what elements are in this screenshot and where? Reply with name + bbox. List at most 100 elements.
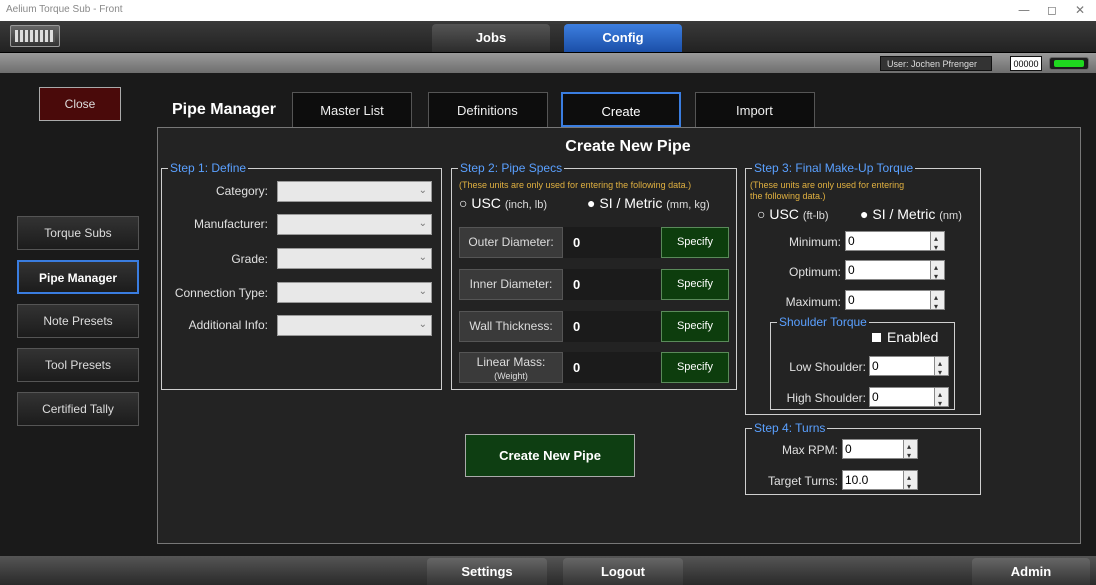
wall-thickness-value: 0 — [563, 311, 661, 342]
panel-title: Create New Pipe — [565, 138, 691, 155]
tab-config[interactable]: Config — [564, 24, 682, 52]
window-titlebar: Aelium Torque Sub - Front — ◻ ✕ — [0, 0, 1096, 21]
max-rpm-label: Max RPM: — [781, 443, 838, 457]
page-title: Pipe Manager — [172, 101, 277, 118]
linear-mass-sublabel: (Weight) — [494, 371, 528, 381]
low-shoulder-value: 0 — [872, 359, 879, 373]
manufacturer-select[interactable]: ⌄ — [277, 214, 432, 235]
tab-create[interactable]: Create — [561, 92, 681, 127]
linear-mass-label: Linear Mass: (Weight) — [459, 352, 563, 383]
spinner-icon[interactable] — [903, 438, 917, 465]
chevron-down-icon: ⌄ — [418, 319, 427, 330]
step3-units-note-line2: the following data.) — [750, 191, 826, 201]
step1-legend: Step 1: Define — [168, 161, 249, 175]
minimum-torque-input[interactable]: 0 — [845, 230, 945, 257]
spinner-icon[interactable] — [930, 289, 944, 316]
optimum-torque-input[interactable]: 0 — [845, 259, 945, 286]
target-turns-value: 10.0 — [845, 473, 869, 487]
shoulder-enabled-label: Enabled — [887, 329, 939, 345]
connection-type-label: Connection Type: — [174, 286, 268, 300]
step2-legend: Step 2: Pipe Specs — [458, 161, 565, 175]
usc-radio[interactable]: ○ USC (inch, lb) — [459, 195, 547, 211]
tab-jobs[interactable]: Jobs — [432, 24, 550, 52]
high-shoulder-label: High Shoulder: — [786, 391, 866, 405]
specify-linear-mass-button[interactable]: Specify — [661, 352, 729, 383]
connection-type-select[interactable]: ⌄ — [277, 282, 432, 303]
high-shoulder-input[interactable]: 0 — [869, 386, 949, 413]
sidebar-item-tool-presets[interactable]: Tool Presets — [17, 348, 139, 382]
max-rpm-value: 0 — [845, 442, 852, 456]
shoulder-enabled-checkbox[interactable]: Enabled — [872, 329, 938, 345]
torque-usc-radio[interactable]: ○ USC (ft-lb) — [757, 206, 828, 222]
connection-status-indicator — [1049, 57, 1089, 70]
spinner-icon[interactable] — [930, 259, 944, 286]
chevron-down-icon: ⌄ — [418, 218, 427, 229]
additional-info-select[interactable]: ⌄ — [277, 315, 432, 336]
tab-definitions[interactable]: Definitions — [428, 92, 548, 127]
step3-units-note-line1: (These units are only used for entering — [750, 180, 905, 190]
si-radio-label: SI / Metric — [599, 195, 663, 211]
specify-wall-thickness-button[interactable]: Specify — [661, 311, 729, 342]
manufacturer-label: Manufacturer: — [193, 217, 268, 231]
tab-master-list[interactable]: Master List — [292, 92, 412, 127]
target-turns-input[interactable]: 10.0 — [842, 469, 918, 496]
step3-legend: Step 3: Final Make-Up Torque — [752, 161, 916, 175]
window-title: Aelium Torque Sub - Front — [6, 4, 123, 15]
maximum-label: Maximum: — [785, 295, 841, 309]
category-select[interactable]: ⌄ — [277, 181, 432, 202]
chevron-down-icon: ⌄ — [418, 252, 427, 263]
sidebar-item-pipe-manager[interactable]: Pipe Manager — [17, 260, 139, 294]
outer-diameter-value: 0 — [563, 227, 661, 258]
usc-radio-label: USC — [471, 195, 501, 211]
si-unit: (mm, kg) — [666, 199, 710, 211]
torque-si-radio[interactable]: ● SI / Metric (nm) — [860, 206, 962, 222]
close-button[interactable]: Close — [39, 87, 121, 121]
inner-diameter-label: Inner Diameter: — [459, 269, 563, 300]
inner-diameter-value: 0 — [563, 269, 661, 300]
maximum-torque-input[interactable]: 0 — [845, 289, 945, 316]
close-window-icon[interactable]: ✕ — [1070, 2, 1090, 18]
create-new-pipe-button[interactable]: Create New Pipe — [465, 434, 635, 477]
outer-diameter-label: Outer Diameter: — [459, 227, 563, 258]
specify-inner-diameter-button[interactable]: Specify — [661, 269, 729, 300]
chevron-down-icon: ⌄ — [418, 286, 427, 297]
torque-usc-unit: (ft-lb) — [802, 210, 829, 222]
top-navigation: Jobs Config — [0, 21, 1096, 53]
category-label: Category: — [215, 184, 268, 198]
minimize-icon[interactable]: — — [1014, 2, 1034, 18]
grade-label: Grade: — [231, 252, 268, 266]
maximum-torque-value: 0 — [848, 293, 855, 307]
chevron-down-icon: ⌄ — [418, 185, 427, 196]
spinner-icon[interactable] — [934, 386, 948, 413]
restore-icon[interactable]: ◻ — [1042, 2, 1062, 18]
minimum-torque-value: 0 — [848, 234, 855, 248]
sidebar-item-note-presets[interactable]: Note Presets — [17, 304, 139, 338]
specify-outer-diameter-button[interactable]: Specify — [661, 227, 729, 258]
torque-si-unit: (nm) — [939, 210, 962, 222]
max-rpm-input[interactable]: 0 — [842, 438, 918, 465]
spinner-icon[interactable] — [930, 230, 944, 257]
optimum-label: Optimum: — [788, 265, 841, 279]
step2-units-note: (These units are only used for entering … — [459, 180, 692, 190]
spinner-icon[interactable] — [934, 355, 948, 382]
target-turns-label: Target Turns: — [767, 474, 838, 488]
bottom-bar: Settings Logout Admin — [0, 556, 1096, 585]
settings-button[interactable]: Settings — [427, 558, 547, 585]
torque-si-label: SI / Metric — [872, 206, 936, 222]
additional-info-label: Additional Info: — [188, 318, 268, 332]
keyboard-icon[interactable] — [10, 25, 60, 47]
optimum-torque-value: 0 — [848, 263, 855, 277]
sidebar-item-certified-tally[interactable]: Certified Tally — [17, 392, 139, 426]
step4-legend: Step 4: Turns — [752, 421, 828, 435]
low-shoulder-input[interactable]: 0 — [869, 355, 949, 382]
tab-import[interactable]: Import — [695, 92, 815, 127]
checkbox-icon — [872, 333, 881, 342]
linear-mass-value: 0 — [563, 352, 661, 383]
logout-button[interactable]: Logout — [563, 558, 683, 585]
usc-unit: (inch, lb) — [504, 199, 547, 211]
admin-button[interactable]: Admin — [972, 558, 1090, 585]
grade-select[interactable]: ⌄ — [277, 248, 432, 269]
spinner-icon[interactable] — [903, 469, 917, 496]
si-metric-radio[interactable]: ● SI / Metric (mm, kg) — [587, 195, 710, 211]
sidebar-item-torque-subs[interactable]: Torque Subs — [17, 216, 139, 250]
